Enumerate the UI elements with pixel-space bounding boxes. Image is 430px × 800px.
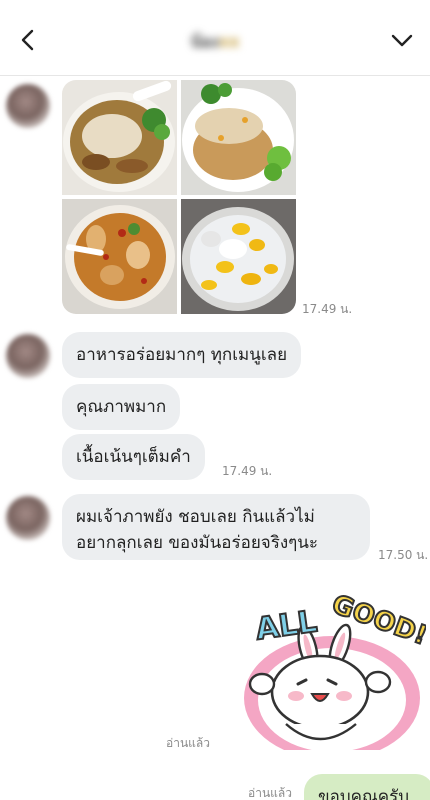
chat-header: น้องxx	[0, 0, 430, 76]
photo-album[interactable]	[62, 80, 296, 314]
photo-noodle-soup[interactable]	[62, 80, 177, 195]
chevron-down-icon	[391, 34, 413, 47]
chat-title-suffix: xx	[218, 32, 240, 51]
photo-sweet-soup[interactable]	[62, 199, 177, 314]
photo-pad-thai[interactable]	[181, 80, 296, 195]
menu-button[interactable]	[388, 26, 416, 54]
read-receipt: อ่านแล้ว	[166, 736, 210, 750]
message-timestamp: 17.49 น.	[222, 464, 273, 478]
avatar[interactable]	[6, 334, 50, 378]
message-bubble[interactable]: คุณภาพมาก	[62, 384, 181, 430]
avatar[interactable]	[6, 84, 50, 128]
avatar[interactable]	[6, 496, 50, 540]
message-line: อยากลุกเลย ของมันอร่อยจริงๆนะ	[76, 533, 319, 553]
message-bubble[interactable]: ผมเจ้าภาพยัง ชอบเลย กินแล้วไม่ อยากลุกเล…	[62, 494, 370, 560]
photo-coconut-dessert[interactable]	[181, 199, 296, 314]
sent-message-bubble[interactable]: ขอบคุณครับ	[304, 774, 430, 800]
read-receipt: อ่านแล้ว	[248, 786, 292, 800]
message-bubble[interactable]: เนื้อเน้นๆเต็มคำ	[62, 434, 205, 480]
message-bubble[interactable]: อาหารอร่อยมากๆ ทุกเมนูเลย	[62, 332, 302, 378]
message-timestamp: 17.49 น.	[302, 302, 353, 316]
chat-title: น้องxx	[0, 30, 430, 55]
message-line: ผมเจ้าภาพยัง ชอบเลย กินแล้วไม่	[76, 507, 315, 527]
chat-title-name: น้อง	[190, 32, 219, 51]
message-timestamp: 17.50 น.	[378, 548, 429, 562]
sticker-all-good[interactable]: ALL GOOD!	[236, 588, 430, 760]
